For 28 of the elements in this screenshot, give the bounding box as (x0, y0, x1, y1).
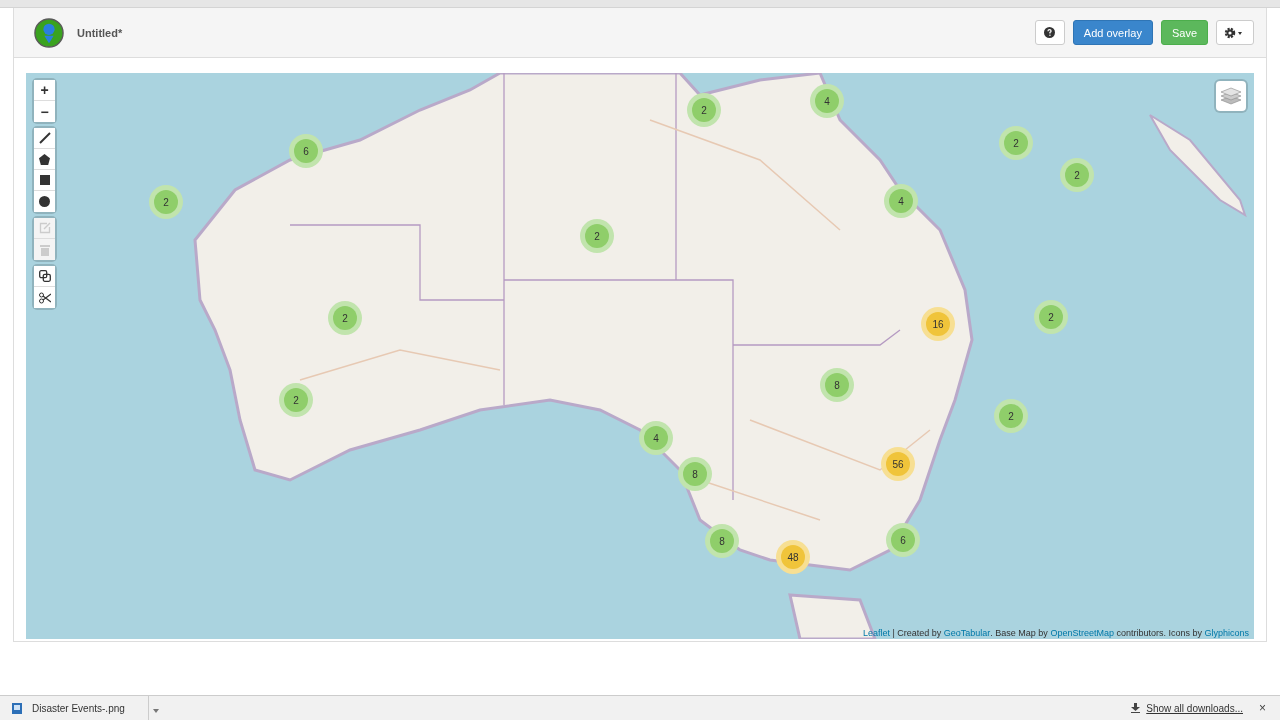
attribution-text: | Created by (891, 628, 943, 638)
add-overlay-button[interactable]: Add overlay (1072, 20, 1153, 45)
document-title: Untitled* (77, 26, 123, 39)
trash-icon (39, 243, 50, 256)
download-item[interactable]: Disaster Events-.png (0, 696, 149, 720)
download-icon (1131, 703, 1141, 713)
help-icon (1044, 27, 1056, 38)
circle-icon (39, 196, 50, 207)
line-icon (38, 132, 51, 144)
edit-icon (38, 222, 51, 234)
close-button[interactable]: × (1251, 701, 1280, 715)
scissors-icon (38, 291, 51, 304)
globe-logo-icon (34, 17, 64, 48)
square-icon (39, 175, 50, 185)
help-button[interactable] (1034, 20, 1065, 45)
image-file-icon (12, 702, 22, 714)
layers-icon (1220, 86, 1242, 106)
show-all-downloads-link[interactable]: Show all downloads... (1146, 702, 1243, 714)
download-file-name: Disaster Events-.png (32, 702, 125, 714)
caret-icon (153, 708, 159, 713)
attribution-text: . Base Map by (990, 628, 1049, 638)
copy-tool-button[interactable] (34, 266, 55, 287)
settings-button[interactable] (1216, 20, 1254, 45)
copy-icon (38, 270, 51, 282)
line-tool-button[interactable] (34, 128, 55, 149)
pentagon-icon (39, 153, 50, 165)
zoom-in-button[interactable]: + (34, 80, 55, 101)
attribution-text: contributors. Icons by (1115, 628, 1203, 638)
